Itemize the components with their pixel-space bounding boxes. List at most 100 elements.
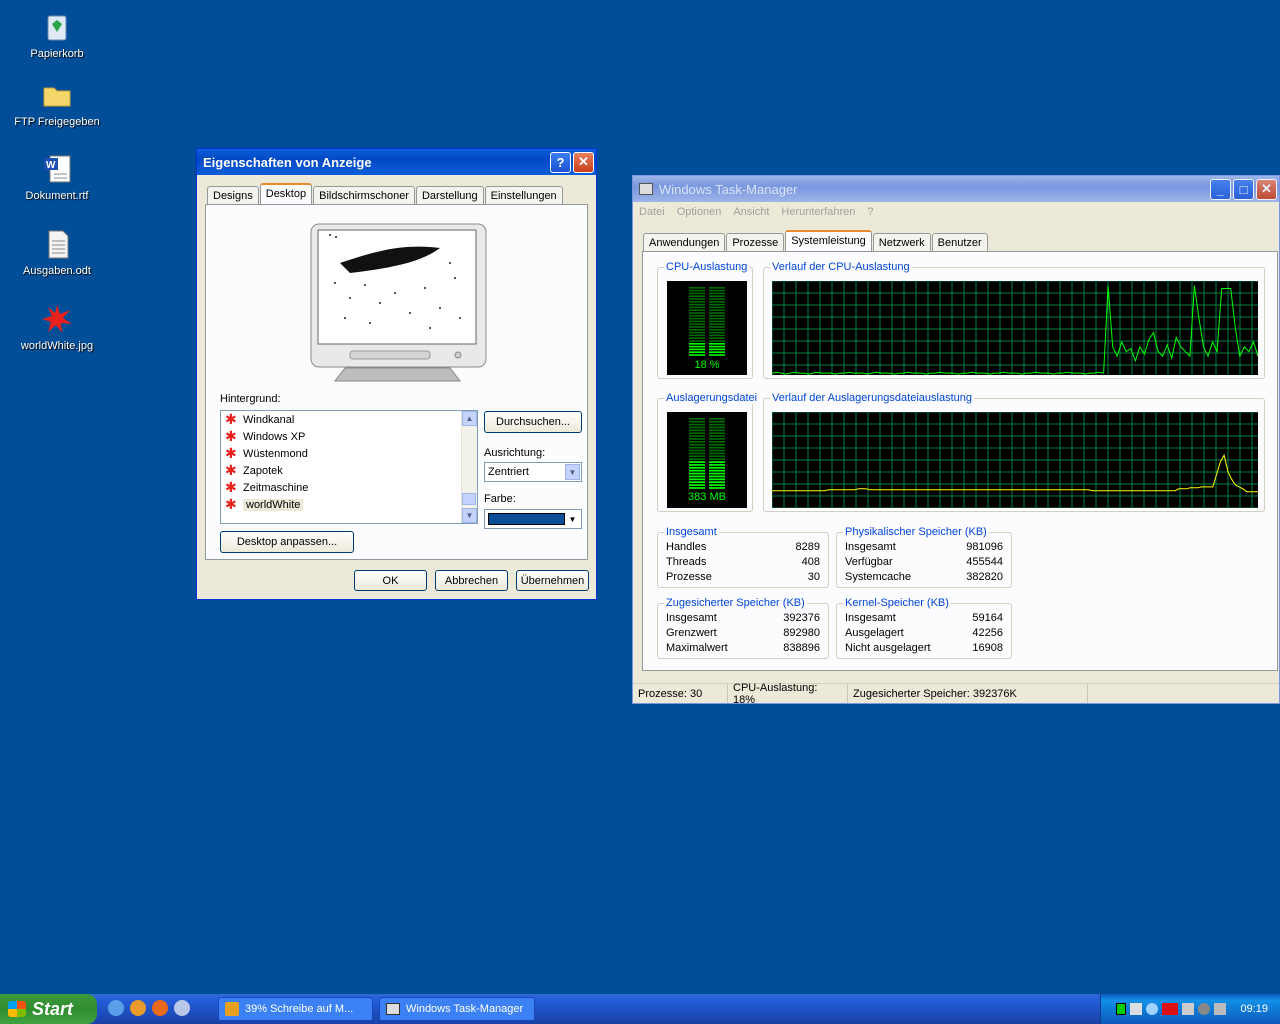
tools-tray-icon[interactable]	[1214, 1003, 1227, 1015]
cancel-button[interactable]: Abbrechen	[435, 570, 508, 591]
help-button[interactable]: ?	[550, 151, 571, 173]
list-item[interactable]: ✱ Zapotek	[221, 462, 477, 479]
image-splash-icon: ✱	[225, 462, 237, 478]
desktop-icon-ftp-folder[interactable]: FTP Freigegeben	[2, 78, 112, 128]
desktop-icon-recycle-bin[interactable]: Papierkorb	[2, 10, 112, 60]
stat-row: Systemcache 382820	[845, 571, 1003, 583]
minimize-button[interactable]: _	[1210, 178, 1231, 200]
ati-tray-icon[interactable]	[1162, 1003, 1179, 1015]
pagefile-meter-segment	[689, 458, 705, 460]
menu-bar: Datei Optionen Ansicht Herunterfahren ?	[633, 202, 1279, 222]
pagefile-meter-segment	[709, 458, 725, 460]
list-scrollbar[interactable]: ▲ ▼	[461, 411, 477, 523]
pagefile-meter-segment	[689, 429, 705, 432]
desktop-tab-panel: Hintergrund: ✱ Windkanal ✱ Windows XP ✱ Wüs…	[205, 204, 588, 560]
cpu-meter-segment	[689, 317, 705, 320]
tab-anwendungen[interactable]: Anwendungen	[643, 233, 726, 251]
commit-memory-group: Zugesicherter Speicher (KB) Insgesamt 392…	[657, 597, 829, 659]
download-icon	[225, 1002, 239, 1016]
customize-desktop-button[interactable]: Desktop anpassen...	[220, 531, 354, 553]
cpu-meter-segment	[689, 287, 705, 289]
firefox-icon[interactable]	[152, 1000, 168, 1016]
list-item[interactable]: ✱ Zeitmaschine	[221, 479, 477, 496]
tab-systemleistung[interactable]: Systemleistung	[785, 230, 872, 251]
list-item[interactable]: ✱ Windows XP	[221, 428, 477, 445]
scroll-thumb[interactable]	[462, 493, 476, 505]
tab-einstellungen[interactable]: Einstellungen	[484, 186, 563, 204]
pagefile-meter-segment	[689, 435, 705, 437]
cpu-meter-segment	[709, 329, 725, 331]
menu-datei[interactable]: Datei	[633, 206, 671, 218]
pagefile-meter-segment	[689, 423, 705, 426]
close-button[interactable]: ✕	[573, 151, 594, 173]
menu-help[interactable]: ?	[861, 206, 879, 218]
pagefile-meter-segment	[709, 455, 725, 458]
stat-row: Maximalwert 838896	[666, 642, 820, 654]
cpu-meter-segment	[709, 331, 725, 334]
color-picker[interactable]: ▼	[484, 509, 582, 529]
messenger-icon[interactable]	[130, 1000, 146, 1016]
taskbar-task-download[interactable]: 39% Schreibe auf M...	[218, 997, 373, 1021]
browser-icon[interactable]	[108, 1000, 124, 1016]
cpu-meter-segment	[709, 334, 725, 337]
cpu-meter-segment	[709, 303, 725, 306]
scroll-up-arrow-icon[interactable]: ▲	[462, 411, 477, 426]
image-splash-icon: ✱	[225, 479, 237, 495]
tab-bildschirmschoner[interactable]: Bildschirmschoner	[313, 186, 415, 204]
start-button[interactable]: Start	[0, 994, 97, 1024]
tab-darstellung[interactable]: Darstellung	[415, 186, 484, 204]
tab-designs[interactable]: Designs	[207, 186, 259, 204]
pagefile-meter-segment	[689, 464, 705, 466]
cpu-meter-segment	[689, 354, 705, 356]
color-label: Farbe:	[484, 493, 516, 505]
globe-tray-icon[interactable]	[1146, 1003, 1159, 1015]
cpu-usage-value: 18 %	[694, 359, 720, 371]
list-item[interactable]: ✱ Wüstenmond	[221, 445, 477, 462]
cpu-meter-segment	[689, 298, 705, 300]
scroll-down-arrow-icon[interactable]: ▼	[462, 508, 477, 523]
menu-optionen[interactable]: Optionen	[671, 206, 728, 218]
desktop-icon-label: FTP Freigegeben	[14, 116, 100, 128]
display-properties-titlebar[interactable]: Eigenschaften von Anzeige ? ✕	[197, 149, 596, 175]
alignment-select[interactable]: Zentriert ▼	[484, 462, 582, 482]
cpu-meter-segment	[709, 295, 725, 297]
desktop-icon-worldwhite[interactable]: worldWhite.jpg	[2, 302, 112, 352]
ok-button[interactable]: OK	[354, 570, 427, 591]
speaker-tray-icon[interactable]	[1182, 1003, 1195, 1015]
desktop-icon-dokument[interactable]: W Dokument.rtf	[2, 152, 112, 202]
word-document-icon: W	[40, 152, 74, 186]
apply-button[interactable]: Übernehmen	[516, 570, 589, 591]
pagefile-meter-segment	[709, 429, 725, 432]
status-processes: Prozesse: 30	[633, 684, 728, 703]
maximize-button[interactable]: □	[1233, 178, 1254, 200]
network-tray-icon[interactable]	[1130, 1003, 1143, 1015]
tab-benutzer[interactable]: Benutzer	[931, 233, 988, 251]
tab-prozesse[interactable]: Prozesse	[726, 233, 785, 251]
task-manager-titlebar[interactable]: Windows Task-Manager _ □ ✕	[633, 176, 1279, 202]
menu-herunterfahren[interactable]: Herunterfahren	[775, 206, 861, 218]
tab-netzwerk[interactable]: Netzwerk	[872, 233, 931, 251]
browse-button[interactable]: Durchsuchen...	[484, 411, 582, 433]
desktop-icon-ausgaben[interactable]: Ausgaben.odt	[2, 227, 112, 277]
cpu-meter-segment	[689, 329, 705, 331]
security-tray-icon[interactable]	[1198, 1003, 1211, 1015]
menu-ansicht[interactable]: Ansicht	[727, 206, 775, 218]
pagefile-meter-segment	[709, 432, 725, 435]
network-icon[interactable]	[174, 1000, 190, 1016]
tab-desktop[interactable]: Desktop	[259, 183, 313, 204]
cpu-meter-segment	[689, 348, 705, 351]
cpu-meter-segment	[689, 309, 705, 311]
image-splash-icon: ✱	[225, 496, 237, 512]
taskbar-task-task-manager[interactable]: Windows Task-Manager	[379, 997, 535, 1021]
background-list[interactable]: ✱ Windkanal ✱ Windows XP ✱ Wüstenmond ✱ Zapo…	[220, 410, 478, 524]
pagefile-meter-segment	[689, 426, 705, 429]
pagefile-title: Auslagerungsdatei	[664, 392, 760, 404]
cpu-usage-group: CPU-Auslastung 18 %	[657, 261, 753, 379]
cpu-meter-segment	[709, 348, 725, 351]
task-manager-window: Windows Task-Manager _ □ ✕ Datei Optione…	[632, 175, 1280, 706]
list-item-selected[interactable]: ✱ worldWhite	[221, 496, 477, 513]
cpu-meter-segment	[709, 301, 725, 303]
cpu-tray-icon[interactable]	[1116, 1003, 1127, 1015]
close-button[interactable]: ✕	[1256, 178, 1277, 200]
list-item[interactable]: ✱ Windkanal	[221, 411, 477, 428]
